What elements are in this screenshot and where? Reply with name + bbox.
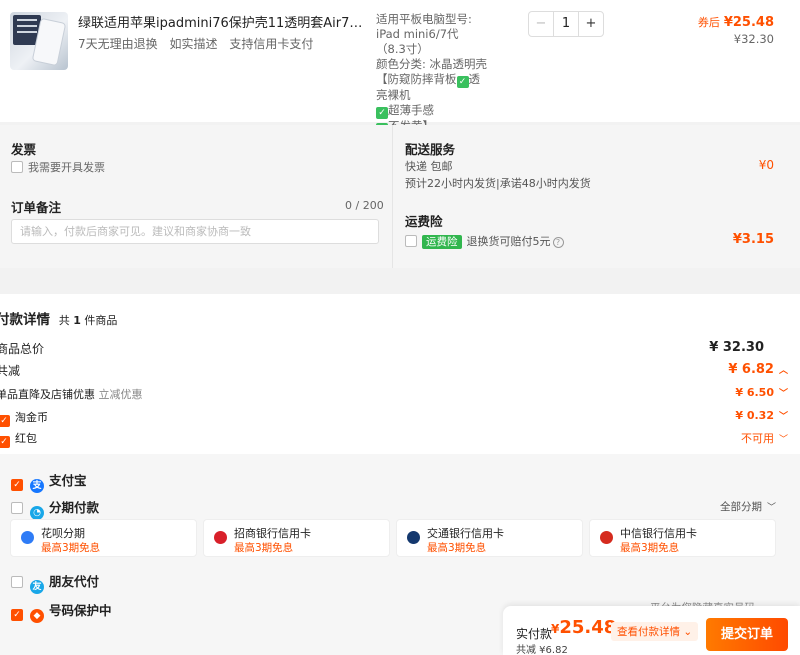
view-pay-detail-button[interactable]: 查看付款详情 ⌄ bbox=[611, 622, 699, 641]
shipping-title: 配送服务 bbox=[405, 142, 456, 157]
chevron-up-icon[interactable]: ︿ bbox=[779, 363, 788, 376]
method-privacy[interactable]: ✓ ◆ 号码保护中 bbox=[11, 600, 112, 623]
quantity-stepper: − 1 + bbox=[528, 11, 604, 37]
friend-pay-icon: 友 bbox=[30, 580, 44, 594]
product-card: 绿联适用苹果ipadmini76保护壳11透明套Air75款Pro... 7天无… bbox=[0, 0, 800, 135]
price-block: 券后 ¥25.48 ¥32.30 bbox=[698, 14, 774, 46]
huabei-icon bbox=[21, 531, 34, 544]
decrease-button[interactable]: − bbox=[529, 12, 554, 36]
chevron-down-icon[interactable]: ﹀ bbox=[779, 386, 788, 399]
total-row: 商品总价 ¥ 32.30 bbox=[0, 340, 764, 356]
product-thumbnail[interactable] bbox=[10, 12, 68, 70]
increase-button[interactable]: + bbox=[578, 12, 603, 36]
method-friend-pay[interactable]: 友朋友代付 bbox=[11, 571, 99, 594]
checkbox-checked-icon[interactable]: ✓ bbox=[0, 415, 10, 427]
invoice-title: 发票 bbox=[11, 142, 37, 157]
service-tag: 7天无理由退换 bbox=[78, 37, 158, 51]
checkout-bar: 实付款 ¥25.48 查看付款详情 ⌄ 共减 ¥6.82 提交订单 bbox=[503, 606, 800, 655]
service-tags: 7天无理由退换 如实描述 支持信用卡支付 bbox=[78, 35, 321, 52]
product-title[interactable]: 绿联适用苹果ipadmini76保护壳11透明套Air75款Pro... bbox=[78, 12, 368, 31]
alipay-icon: 支 bbox=[30, 479, 44, 493]
card-bocom[interactable]: 交通银行信用卡 最高3期免息 bbox=[396, 519, 583, 557]
checkbox-checked-icon[interactable]: ✓ bbox=[11, 609, 23, 621]
note-input[interactable] bbox=[11, 219, 379, 244]
sku-color: 颜色分类: 冰晶透明壳 bbox=[376, 57, 488, 71]
shipping-price: ¥0 bbox=[758, 158, 774, 172]
service-tag: 支持信用卡支付 bbox=[229, 37, 314, 51]
quantity-value[interactable]: 1 bbox=[554, 12, 578, 36]
sku-feature: 【防窥防摔背板 ✓ 透亮裸机 bbox=[376, 72, 480, 102]
item-count: 共 1 件商品 bbox=[58, 314, 118, 327]
divider bbox=[392, 125, 393, 268]
insurance-price: ¥3.15 bbox=[732, 232, 774, 247]
payment-details: 付款详情 共 1 件商品 商品总价 ¥ 32.30 共减 ¥ 6.82 ︿ 单品直… bbox=[0, 294, 800, 655]
invoice-checkbox[interactable]: 我需要开具发票 bbox=[11, 159, 105, 175]
note-title: 订单备注 bbox=[11, 200, 62, 215]
redpack-row[interactable]: ✓ 红包 不可用 ﹀ bbox=[0, 430, 788, 448]
chevron-down-icon[interactable]: ﹀ bbox=[779, 432, 788, 445]
discount-row[interactable]: 共减 ¥ 6.82 ︿ bbox=[0, 362, 788, 379]
saved-amount: 共减 ¥6.82 bbox=[516, 645, 568, 655]
check-icon: ✓ bbox=[456, 76, 469, 88]
insurance-option[interactable]: 运费险 退换货可赔付5元? bbox=[405, 233, 564, 249]
installment-icon: ◔ bbox=[30, 506, 44, 520]
pay-amount: ¥25.48 bbox=[551, 617, 617, 638]
sku-info[interactable]: 适用平板电脑型号: iPad mini6/7代（8.3寸） 颜色分类: 冰晶透明… bbox=[376, 12, 488, 135]
radio-checked-icon[interactable]: ✓ bbox=[11, 479, 23, 491]
submit-order-button[interactable]: 提交订单 bbox=[706, 618, 788, 651]
order-options: 发票 我需要开具发票 订单备注 0 / 200 配送服务 快递 包邮 预计22小… bbox=[0, 125, 800, 268]
pay-amount-label: 实付款 bbox=[516, 627, 553, 641]
check-icon: ✓ bbox=[376, 107, 388, 119]
insurance-title: 运费险 bbox=[405, 214, 443, 229]
checkbox-icon[interactable] bbox=[405, 235, 417, 247]
sku-model-label: 适用平板电脑型号: bbox=[376, 12, 472, 26]
bocom-bank-icon bbox=[407, 531, 420, 544]
cmb-bank-icon bbox=[214, 531, 227, 544]
pay-detail-title: 付款详情 共 1 件商品 bbox=[0, 312, 118, 328]
card-huabei[interactable]: 花呗分期 最高3期免息 bbox=[10, 519, 197, 557]
checkbox-icon[interactable] bbox=[11, 161, 23, 173]
chevron-down-icon: ﹀ bbox=[766, 503, 776, 513]
shipping-method[interactable]: 快递 包邮 bbox=[405, 158, 453, 174]
checkbox-checked-icon[interactable]: ✓ bbox=[0, 436, 10, 448]
insurance-tag: 运费险 bbox=[422, 235, 462, 249]
coupon-label: 券后 bbox=[697, 16, 720, 29]
radio-icon[interactable] bbox=[11, 576, 23, 588]
card-cmb[interactable]: 招商银行信用卡 最高3期免息 bbox=[203, 519, 390, 557]
installment-cards: 花呗分期 最高3期免息 招商银行信用卡 最高3期免息 交通银行信用卡 最高3期免… bbox=[10, 519, 776, 557]
radio-icon[interactable] bbox=[11, 502, 23, 514]
coin-row[interactable]: ✓ 淘金币 ¥ 0.32 ﹀ bbox=[0, 409, 788, 427]
final-price: ¥25.48 bbox=[723, 15, 774, 30]
sku-model-value: iPad mini6/7代（8.3寸） bbox=[376, 27, 459, 56]
shipping-estimate: 预计22小时内发货|承诺48小时内发货 bbox=[405, 177, 591, 190]
note-counter: 0 / 200 bbox=[345, 199, 384, 212]
shield-icon: ◆ bbox=[30, 609, 44, 623]
help-icon[interactable]: ? bbox=[552, 237, 564, 248]
service-tag: 如实描述 bbox=[169, 37, 218, 51]
method-alipay[interactable]: ✓ 支支付宝 bbox=[11, 470, 87, 493]
original-price: ¥32.30 bbox=[733, 32, 774, 46]
citic-bank-icon bbox=[600, 531, 613, 544]
chevron-down-icon[interactable]: ﹀ bbox=[779, 409, 788, 422]
all-installments-link[interactable]: 全部分期 ﹀ bbox=[720, 499, 776, 514]
method-installment[interactable]: ◔ 分期付款 bbox=[11, 497, 99, 520]
card-citic[interactable]: 中信银行信用卡 最高3期免息 bbox=[589, 519, 776, 557]
sku-feature: ✓ 超薄手感 bbox=[376, 103, 488, 119]
shop-discount-row[interactable]: 单品直降及店铺优惠 立减优惠 ¥ 6.50 ﹀ bbox=[0, 386, 788, 402]
